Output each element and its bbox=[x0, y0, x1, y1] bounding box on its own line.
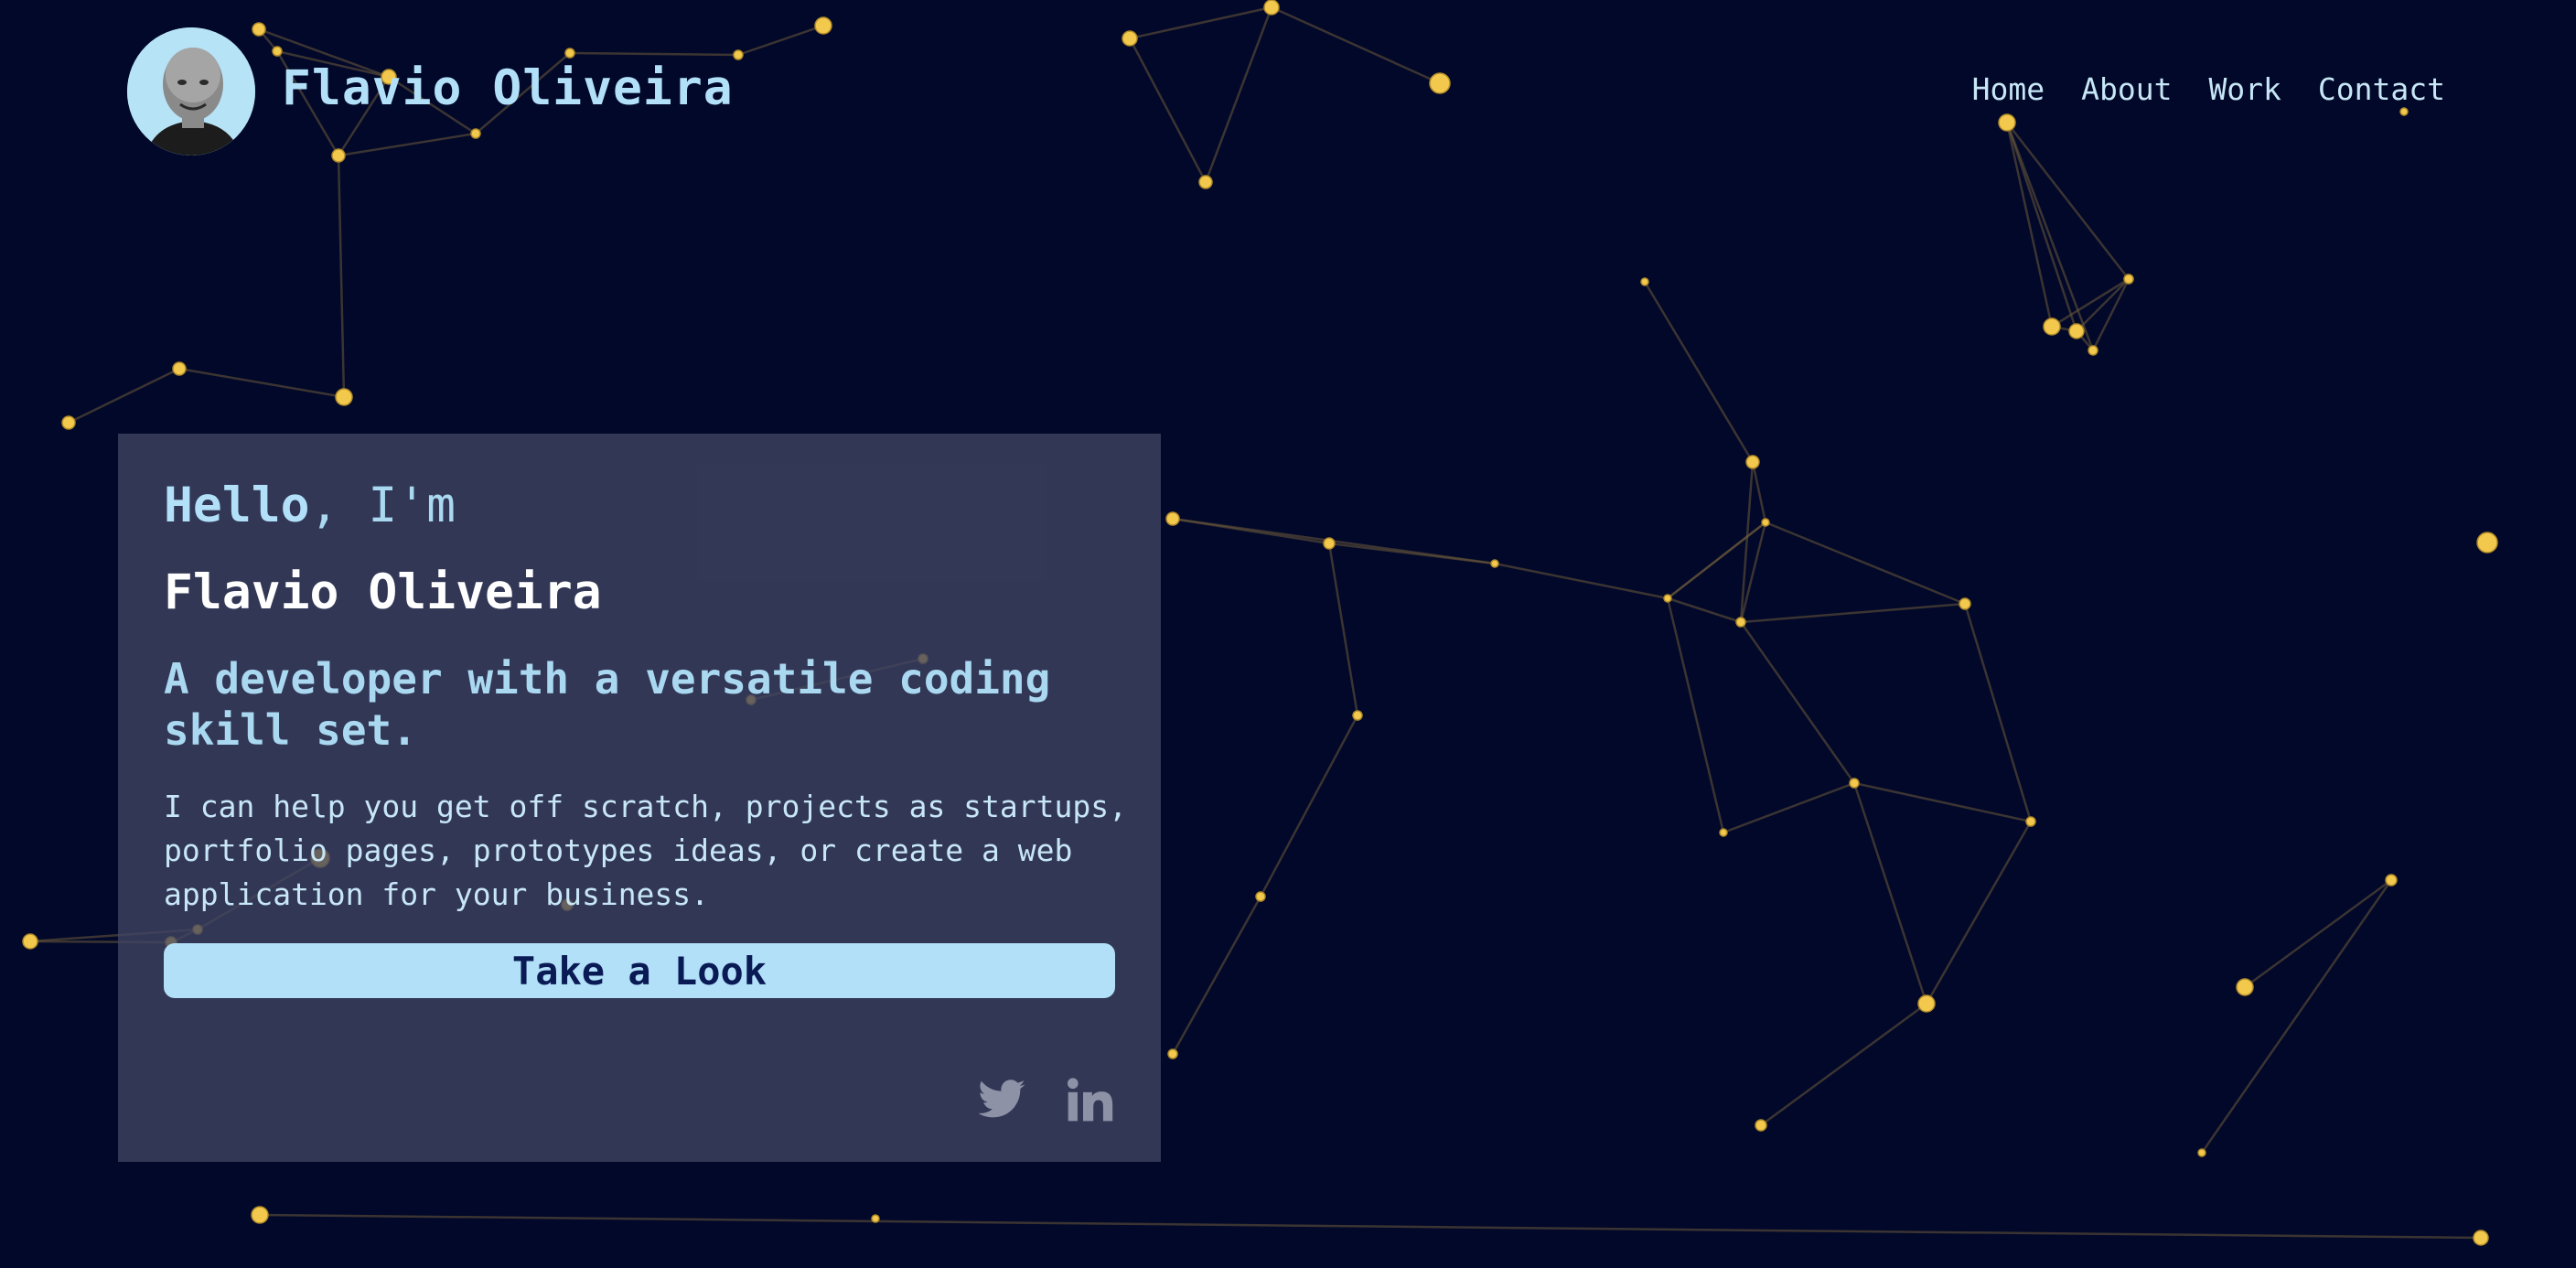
network-node bbox=[2088, 345, 2098, 356]
nav-about[interactable]: About bbox=[2081, 71, 2172, 107]
network-node bbox=[1323, 537, 1336, 550]
greeting-im: , I'm bbox=[309, 478, 456, 533]
network-edge bbox=[1760, 1002, 1927, 1127]
network-node bbox=[2385, 874, 2398, 887]
twitter-icon bbox=[978, 1080, 1025, 1118]
network-node bbox=[1663, 594, 1672, 603]
greeting-hello: Hello bbox=[164, 478, 310, 533]
network-edge bbox=[1853, 781, 2032, 823]
network-node bbox=[22, 933, 38, 950]
linkedin-link[interactable] bbox=[1064, 1074, 1115, 1125]
network-edge bbox=[1739, 621, 1856, 784]
network-edge bbox=[1643, 281, 1755, 463]
network-edge bbox=[337, 155, 346, 398]
social-links bbox=[976, 1074, 1115, 1125]
network-edge bbox=[1852, 782, 1928, 1005]
site-brand-name[interactable]: Flavio Oliveira bbox=[282, 60, 734, 116]
network-node bbox=[1719, 828, 1728, 837]
network-node bbox=[1917, 994, 1936, 1013]
hero-tagline: A developer with a versatile coding skil… bbox=[164, 654, 1051, 755]
network-edge bbox=[1963, 603, 2033, 822]
twitter-link[interactable] bbox=[976, 1074, 1027, 1125]
network-node bbox=[2025, 816, 2036, 827]
network-node bbox=[1165, 511, 1180, 526]
network-node bbox=[1352, 710, 1363, 721]
network-node bbox=[2123, 274, 2134, 285]
network-node bbox=[1761, 518, 1770, 527]
network-edge bbox=[1171, 896, 1262, 1055]
network-edge bbox=[1751, 461, 1767, 523]
network-node bbox=[1959, 597, 1971, 610]
network-edge bbox=[1925, 821, 2033, 1005]
network-node bbox=[1490, 559, 1499, 568]
network-node bbox=[1755, 1119, 1767, 1132]
network-edge bbox=[178, 367, 345, 399]
nav-home[interactable]: Home bbox=[1972, 71, 2045, 107]
profile-avatar bbox=[127, 27, 255, 156]
hero-name: Flavio Oliveira bbox=[164, 564, 602, 620]
network-edge bbox=[1494, 562, 1669, 600]
network-node bbox=[172, 361, 187, 376]
network-node bbox=[251, 1206, 269, 1224]
main-nav: Home About Work Contact bbox=[1972, 71, 2445, 107]
network-edge bbox=[1172, 517, 1330, 545]
network-edge bbox=[1740, 602, 1966, 624]
page: Flavio Oliveira Home About Work Contact … bbox=[0, 0, 2576, 1268]
network-edge bbox=[1765, 521, 1966, 606]
network-node bbox=[1849, 778, 1860, 789]
network-node bbox=[335, 388, 353, 406]
network-edge bbox=[2076, 278, 2130, 332]
linkedin-icon bbox=[1067, 1078, 1113, 1122]
network-edge bbox=[1666, 597, 1725, 833]
network-node bbox=[1735, 617, 1746, 628]
network-node bbox=[2236, 978, 2254, 996]
portrait-image bbox=[127, 27, 255, 156]
network-edge bbox=[1667, 596, 1742, 624]
network-node bbox=[1255, 891, 1266, 902]
network-node bbox=[1167, 1048, 1178, 1059]
network-edge bbox=[1327, 543, 1359, 716]
network-node bbox=[1640, 277, 1649, 286]
network-node bbox=[2197, 1148, 2206, 1157]
hero-description: I can help you get off scratch, projects… bbox=[164, 789, 1127, 912]
site-header: Flavio Oliveira Home About Work Contact bbox=[0, 0, 2576, 183]
network-node bbox=[1745, 455, 1760, 469]
network-edge bbox=[1723, 781, 1855, 834]
network-node bbox=[2476, 532, 2498, 553]
network-node bbox=[871, 1214, 880, 1223]
network-node bbox=[2068, 323, 2085, 339]
network-node bbox=[61, 415, 76, 430]
network-edge bbox=[68, 367, 180, 424]
network-node bbox=[2043, 317, 2061, 336]
hero-card: Hello, I'm Flavio Oliveira A developer w… bbox=[118, 434, 1161, 1162]
take-a-look-button[interactable]: Take a Look bbox=[164, 943, 1115, 998]
network-edge bbox=[2244, 878, 2392, 989]
nav-contact[interactable]: Contact bbox=[2318, 71, 2445, 107]
network-node bbox=[2473, 1230, 2489, 1246]
network-edge bbox=[259, 1213, 2482, 1240]
hero-greeting: Hello, I'm bbox=[164, 478, 456, 533]
nav-work[interactable]: Work bbox=[2208, 71, 2281, 107]
network-edge bbox=[1259, 715, 1359, 897]
network-edge bbox=[2200, 879, 2393, 1154]
network-edge bbox=[1667, 521, 1766, 599]
